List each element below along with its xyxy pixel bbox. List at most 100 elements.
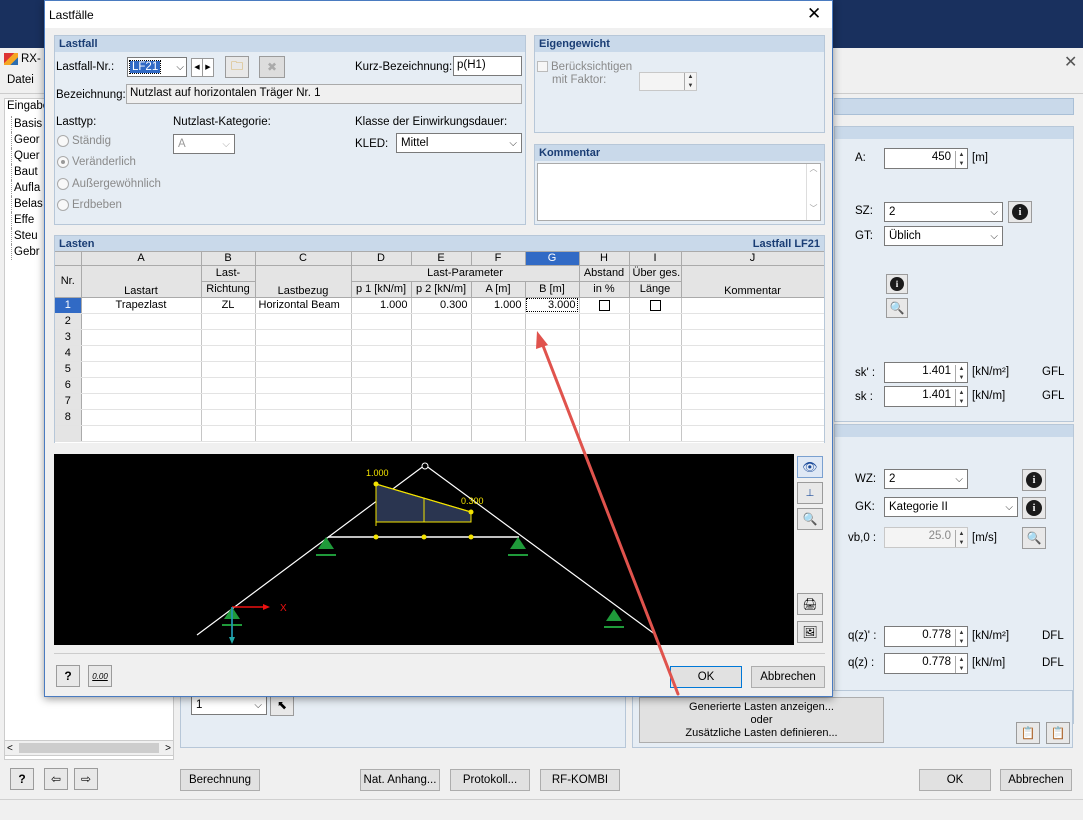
table-cell[interactable] xyxy=(411,361,471,377)
decimal-places-button[interactable]: 0.00 xyxy=(88,665,112,687)
table-cell[interactable] xyxy=(579,297,629,313)
tree-item[interactable]: Quer xyxy=(11,148,43,164)
a-input[interactable]: 450▲▼ xyxy=(884,148,968,169)
table-cell[interactable]: 3.000 xyxy=(525,297,579,313)
national-annex-button[interactable]: Nat. Anhang... xyxy=(360,769,440,791)
table-cell[interactable] xyxy=(351,361,411,377)
table-cell[interactable] xyxy=(351,313,411,329)
generate-loads-button[interactable]: Generierte Lasten anzeigen... oder Zusät… xyxy=(639,697,884,743)
previous-button[interactable]: ⇦ xyxy=(44,768,68,790)
table-row[interactable]: 6 xyxy=(55,377,824,393)
table-cell[interactable] xyxy=(681,345,824,361)
table-cell[interactable] xyxy=(471,345,525,361)
tree-item[interactable]: Basis xyxy=(11,116,43,132)
calculation-button[interactable]: Berechnung xyxy=(180,769,260,791)
dialog-ok-button[interactable]: OK xyxy=(670,666,742,688)
dialog-close-icon[interactable]: ✕ xyxy=(807,4,821,24)
table-cell[interactable] xyxy=(629,329,681,345)
table-cell[interactable] xyxy=(629,409,681,425)
radio-erdbeben[interactable]: Erdbeben xyxy=(57,199,122,211)
row-number[interactable]: 7 xyxy=(55,393,81,409)
table-row[interactable]: 5 xyxy=(55,361,824,377)
table-cell[interactable] xyxy=(81,377,201,393)
radio-aussergewoehnlich[interactable]: Außergewöhnlich xyxy=(57,178,161,190)
tree-item[interactable]: Belas xyxy=(11,196,43,212)
table-row[interactable]: 7 xyxy=(55,393,824,409)
table-cell[interactable] xyxy=(81,313,201,329)
table-cell[interactable] xyxy=(201,329,255,345)
table-cell[interactable] xyxy=(81,345,201,361)
table-cell[interactable] xyxy=(629,313,681,329)
tree-item[interactable]: Gebr xyxy=(11,244,43,260)
lasten-table[interactable]: ABCDEFGHIJ Nr. Lastart Last- Lastbezug L… xyxy=(55,251,824,443)
table-cell[interactable] xyxy=(629,361,681,377)
table-row[interactable]: 4 xyxy=(55,345,824,361)
main-ok-button[interactable]: OK xyxy=(919,769,991,791)
kled-select[interactable]: Mittel⌵ xyxy=(396,133,522,153)
rf-kombi-button[interactable]: RF-KOMBI xyxy=(540,769,620,791)
tree-hscrollbar[interactable]: <> xyxy=(4,740,174,756)
row-number[interactable]: 8 xyxy=(55,409,81,425)
table-cell[interactable] xyxy=(681,313,824,329)
background-close-icon[interactable]: ✕ xyxy=(1064,52,1077,72)
table-row[interactable]: 8 xyxy=(55,409,824,425)
table-cell[interactable] xyxy=(629,297,681,313)
row-number[interactable]: 4 xyxy=(55,345,81,361)
table-cell[interactable] xyxy=(411,345,471,361)
table-cell[interactable] xyxy=(255,361,351,377)
radio-veraenderlich[interactable]: Veränderlich xyxy=(57,156,136,168)
table-cell[interactable] xyxy=(411,377,471,393)
table-cell[interactable] xyxy=(471,393,525,409)
table-cell[interactable] xyxy=(411,313,471,329)
table-cell[interactable] xyxy=(351,393,411,409)
gt-select[interactable]: Üblich⌵ xyxy=(884,226,1003,246)
table-cell[interactable] xyxy=(525,313,579,329)
table-cell[interactable] xyxy=(81,393,201,409)
table-cell[interactable] xyxy=(525,329,579,345)
gk-select[interactable]: Kategorie II⌵ xyxy=(884,497,1018,517)
table-cell[interactable] xyxy=(201,361,255,377)
table-cell[interactable] xyxy=(255,409,351,425)
vb-search-button[interactable]: 🔍 xyxy=(1022,527,1046,549)
bezeichnung-input[interactable]: Nutzlast auf horizontalen Träger Nr. 1 xyxy=(126,84,522,104)
lower-select[interactable]: 1⌵ xyxy=(191,695,267,715)
sk-prime-input[interactable]: 1.401▲▼ xyxy=(884,362,968,383)
tree-root[interactable]: Eingabe xyxy=(7,100,49,112)
zoom-all-button[interactable]: 🔍 xyxy=(797,508,823,530)
table-cell[interactable] xyxy=(681,297,824,313)
kurz-bezeichnung-input[interactable]: p(H1) xyxy=(453,56,522,76)
dialog-help-button[interactable]: ? xyxy=(56,665,80,687)
table-cell[interactable] xyxy=(201,345,255,361)
wz-select[interactable]: 2⌵ xyxy=(884,469,968,489)
row-number[interactable]: 3 xyxy=(55,329,81,345)
nutzlast-kategorie-select[interactable]: A⌵ xyxy=(173,134,235,154)
delete-loadcase-button[interactable]: ✖ xyxy=(259,56,285,78)
table-cell[interactable] xyxy=(255,313,351,329)
table-cell[interactable] xyxy=(579,361,629,377)
checkbox[interactable] xyxy=(650,300,661,311)
table-cell[interactable] xyxy=(255,393,351,409)
table-cell[interactable] xyxy=(351,409,411,425)
table-cell[interactable] xyxy=(681,409,824,425)
table-cell[interactable] xyxy=(525,409,579,425)
checkbox[interactable] xyxy=(599,300,610,311)
lastfall-nr-stepper[interactable]: ◀▶ xyxy=(191,58,214,77)
tree-item[interactable]: Effe xyxy=(11,212,43,228)
table-cell[interactable] xyxy=(411,409,471,425)
table-cell[interactable] xyxy=(201,313,255,329)
table-cell[interactable] xyxy=(351,329,411,345)
table-cell[interactable] xyxy=(351,345,411,361)
table-cell[interactable] xyxy=(579,409,629,425)
menu-file[interactable]: Datei xyxy=(7,74,34,86)
sz-select[interactable]: 2⌵ xyxy=(884,202,1003,222)
table-cell[interactable] xyxy=(525,345,579,361)
qz-prime-input[interactable]: 0.778▲▼ xyxy=(884,626,968,647)
pick-button[interactable]: ⬉ xyxy=(270,694,294,716)
table-cell[interactable] xyxy=(201,409,255,425)
table-cell[interactable] xyxy=(81,361,201,377)
table-cell[interactable] xyxy=(629,345,681,361)
sk-input[interactable]: 1.401▲▼ xyxy=(884,386,968,407)
table-cell[interactable] xyxy=(351,377,411,393)
table-cell[interactable] xyxy=(411,329,471,345)
table-cell[interactable]: Horizontal Beam xyxy=(255,297,351,313)
